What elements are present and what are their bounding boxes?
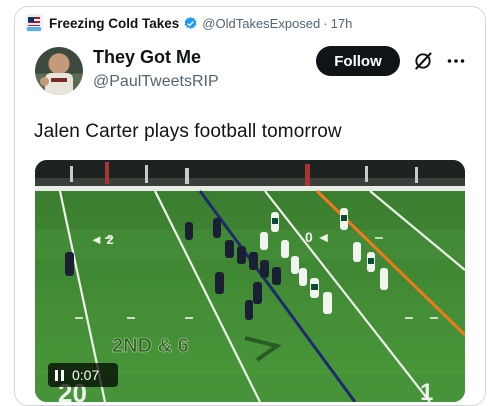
author-handle[interactable]: @PaulTweetsRIP — [93, 73, 219, 91]
quote-timestamp[interactable]: 17h — [331, 16, 353, 31]
down-distance-marker: 2ND & 6 — [112, 335, 189, 357]
video-player[interactable]: 0 ◄ 2 0 ◄ 20 1 2ND & 6 — [35, 160, 465, 402]
dot-separator: · — [323, 15, 328, 31]
quote-avatar[interactable] — [25, 14, 43, 32]
more-icon[interactable] — [447, 54, 465, 68]
follow-button[interactable]: Follow — [316, 46, 400, 76]
pause-control[interactable]: 0:07 — [48, 363, 118, 387]
pause-icon[interactable] — [55, 369, 64, 381]
quote-author-handle[interactable]: @OldTakesExposed — [202, 16, 320, 31]
yard-number-right: 1 — [420, 379, 433, 402]
svg-text:0 ◄: 0 ◄ — [305, 229, 331, 245]
quoted-tweet-card[interactable]: Freezing Cold Takes @OldTakesExposed · 1… — [14, 6, 486, 406]
tweet-text: Jalen Carter plays football tomorrow — [34, 121, 342, 142]
author-avatar[interactable] — [35, 47, 83, 95]
verified-icon — [184, 16, 197, 29]
author-name[interactable]: They Got Me — [93, 47, 201, 68]
grok-icon[interactable] — [413, 51, 433, 71]
quote-header: Freezing Cold Takes @OldTakesExposed · 1… — [25, 13, 352, 33]
quote-author-name[interactable]: Freezing Cold Takes — [49, 16, 179, 31]
tweet-header: They Got Me @PaulTweetsRIP Follow — [35, 45, 481, 105]
svg-text:◄ 2: ◄ 2 — [90, 232, 114, 247]
video-timestamp: 0:07 — [72, 367, 100, 383]
